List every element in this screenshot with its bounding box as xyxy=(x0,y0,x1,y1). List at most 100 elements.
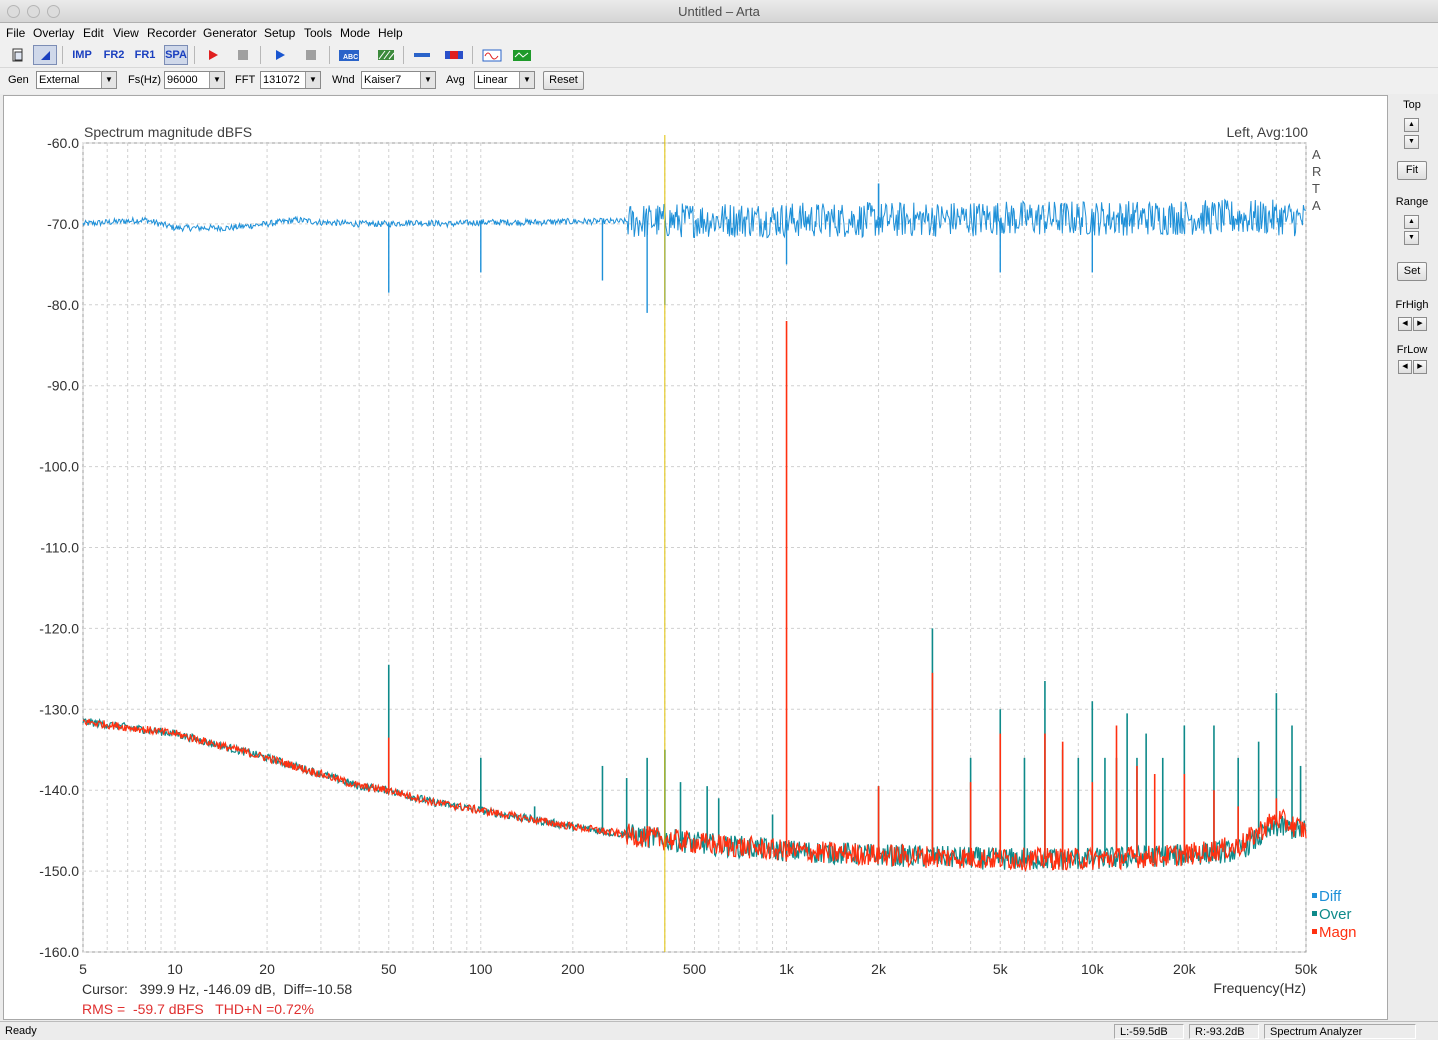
status-mode: Spectrum Analyzer xyxy=(1264,1024,1416,1039)
fr2-mode-button[interactable]: FR2 xyxy=(102,45,126,65)
x-tick-label: 100 xyxy=(469,961,493,977)
x-axis-label: Frequency(Hz) xyxy=(1213,980,1306,996)
frlow-left-button[interactable]: ◀ xyxy=(1398,360,1412,374)
y-tick-label: -80.0 xyxy=(47,297,79,313)
arrow-pointer-icon xyxy=(41,51,50,60)
fft-select[interactable]: 131072 ▼ xyxy=(260,71,321,89)
menu-file[interactable]: File xyxy=(6,26,25,40)
gen-select[interactable]: External ▼ xyxy=(36,71,117,89)
wnd-select[interactable]: Kaiser7 ▼ xyxy=(361,71,436,89)
y-tick-label: -120.0 xyxy=(39,620,79,636)
menu-generator[interactable]: Generator xyxy=(203,26,257,40)
frhigh-right-button[interactable]: ▶ xyxy=(1413,317,1427,331)
top-label: Top xyxy=(1403,99,1421,111)
arta-mark-letter: A xyxy=(1312,198,1321,213)
hatch-button[interactable] xyxy=(374,45,398,65)
cursor-readout: Cursor: 399.9 Hz, -146.09 dB, Diff=-10.5… xyxy=(82,981,352,997)
arta-vertical-mark: ARTA xyxy=(1312,147,1321,213)
frhigh-left-button[interactable]: ◀ xyxy=(1398,317,1412,331)
title-bar: Untitled – Arta xyxy=(0,0,1438,23)
frlow-right-button[interactable]: ▶ xyxy=(1413,360,1427,374)
range-down-button[interactable]: ▼ xyxy=(1404,231,1419,245)
stop-icon xyxy=(238,50,248,60)
top-down-button[interactable]: ▼ xyxy=(1404,135,1419,149)
chevron-down-icon: ▼ xyxy=(420,72,435,88)
svg-text:ABC: ABC xyxy=(343,54,358,61)
spectrum-plot-panel[interactable]: -60.0 -70.0 -80.0 -90.0 -100.0 -110.0 -120.0 -1… xyxy=(3,95,1388,1020)
cursor-mode-button[interactable] xyxy=(33,45,57,65)
menu-edit[interactable]: Edit xyxy=(83,26,104,40)
reset-button[interactable]: Reset xyxy=(543,71,584,90)
channel-info: Left, Avg:100 xyxy=(1227,124,1309,140)
rms-thd-readout: RMS = -59.7 dBFS THD+N =0.72% xyxy=(82,1001,314,1017)
menu-recorder[interactable]: Recorder xyxy=(147,26,196,40)
waveform-button[interactable] xyxy=(480,45,504,65)
legend-label: Over xyxy=(1319,906,1352,923)
chevron-down-icon: ▼ xyxy=(519,72,534,88)
y-tick-label: -110.0 xyxy=(40,540,79,556)
control-bar: Gen External ▼ Fs(Hz) 96000 ▼ FFT 131072 ▼ … xyxy=(0,68,1438,94)
legend: DiffOverMagn xyxy=(1312,888,1357,941)
top-up-button[interactable]: ▲ xyxy=(1404,118,1419,132)
x-tick-label: 10k xyxy=(1081,961,1105,977)
play-blue-icon xyxy=(276,50,285,60)
impulse-mode-button[interactable]: IMP xyxy=(70,45,94,65)
gen-label: Gen xyxy=(8,74,29,86)
color-button[interactable] xyxy=(442,45,466,65)
menu-view[interactable]: View xyxy=(113,26,139,40)
play-red-icon xyxy=(209,50,218,60)
y-tick-label: -70.0 xyxy=(47,216,79,232)
avg-label: Avg xyxy=(446,74,465,86)
y-tick-label: -140.0 xyxy=(39,782,79,798)
avg-select[interactable]: Linear ▼ xyxy=(474,71,535,89)
range-up-button[interactable]: ▲ xyxy=(1404,215,1419,229)
y-axis-ticks: -60.0 -70.0 -80.0 -90.0 -100.0 -110.0 -120.0 -1… xyxy=(39,135,79,960)
fs-label: Fs(Hz) xyxy=(128,74,161,86)
range-label: Range xyxy=(1395,196,1429,208)
menu-tools[interactable]: Tools xyxy=(304,26,332,40)
scale-button[interactable] xyxy=(410,45,434,65)
x-tick-label: 20 xyxy=(259,961,275,977)
scope-button[interactable] xyxy=(510,45,534,65)
fit-button[interactable]: Fit xyxy=(1397,161,1427,180)
new-document-icon xyxy=(12,48,23,62)
legend-label: Diff xyxy=(1319,888,1342,905)
generator-stop-button[interactable] xyxy=(299,45,323,65)
stop-record-button[interactable] xyxy=(231,45,255,65)
oscilloscope-icon xyxy=(513,50,531,61)
spectrum-mode-button[interactable]: SPA xyxy=(164,45,188,65)
fs-select[interactable]: 96000 ▼ xyxy=(164,71,225,89)
x-tick-label: 50k xyxy=(1295,961,1319,977)
status-left-level: L:-59.5dB xyxy=(1114,1024,1184,1039)
menu-mode[interactable]: Mode xyxy=(340,26,370,40)
x-tick-label: 500 xyxy=(683,961,707,977)
fr1-mode-button[interactable]: FR1 xyxy=(133,45,157,65)
status-right-level: R:-93.2dB xyxy=(1189,1024,1259,1039)
grid xyxy=(82,142,1307,953)
generator-play-button[interactable] xyxy=(268,45,292,65)
x-axis-ticks: 5 10 20 50 100 200 500 1k 2k 5k 10k 20k 50k xyxy=(79,961,1318,977)
chevron-down-icon: ▼ xyxy=(101,72,116,88)
menu-setup[interactable]: Setup xyxy=(264,26,295,40)
legend-swatch xyxy=(1312,911,1317,916)
fft-label: FFT xyxy=(235,74,256,86)
spectrum-chart[interactable]: -60.0 -70.0 -80.0 -90.0 -100.0 -110.0 -120.0 -1… xyxy=(4,96,1387,1019)
abc-icon: ABC xyxy=(339,50,359,61)
x-tick-label: 20k xyxy=(1173,961,1197,977)
x-tick-label: 2k xyxy=(871,961,887,977)
arta-mark-letter: A xyxy=(1312,147,1321,162)
y-tick-label: -90.0 xyxy=(47,378,79,394)
stop-icon xyxy=(306,50,316,60)
set-button[interactable]: Set xyxy=(1397,262,1427,281)
status-ready: Ready xyxy=(5,1025,37,1037)
record-button[interactable] xyxy=(201,45,225,65)
arta-mark-letter: R xyxy=(1312,164,1321,179)
new-file-button[interactable] xyxy=(6,45,30,65)
x-tick-label: 5 xyxy=(79,961,87,977)
y-tick-label: -60.0 xyxy=(47,135,79,151)
y-tick-label: -160.0 xyxy=(39,944,79,960)
menu-help[interactable]: Help xyxy=(378,26,403,40)
y-tick-label: -100.0 xyxy=(39,459,79,475)
menu-overlay[interactable]: Overlay xyxy=(33,26,74,40)
abc-button[interactable]: ABC xyxy=(337,45,361,65)
